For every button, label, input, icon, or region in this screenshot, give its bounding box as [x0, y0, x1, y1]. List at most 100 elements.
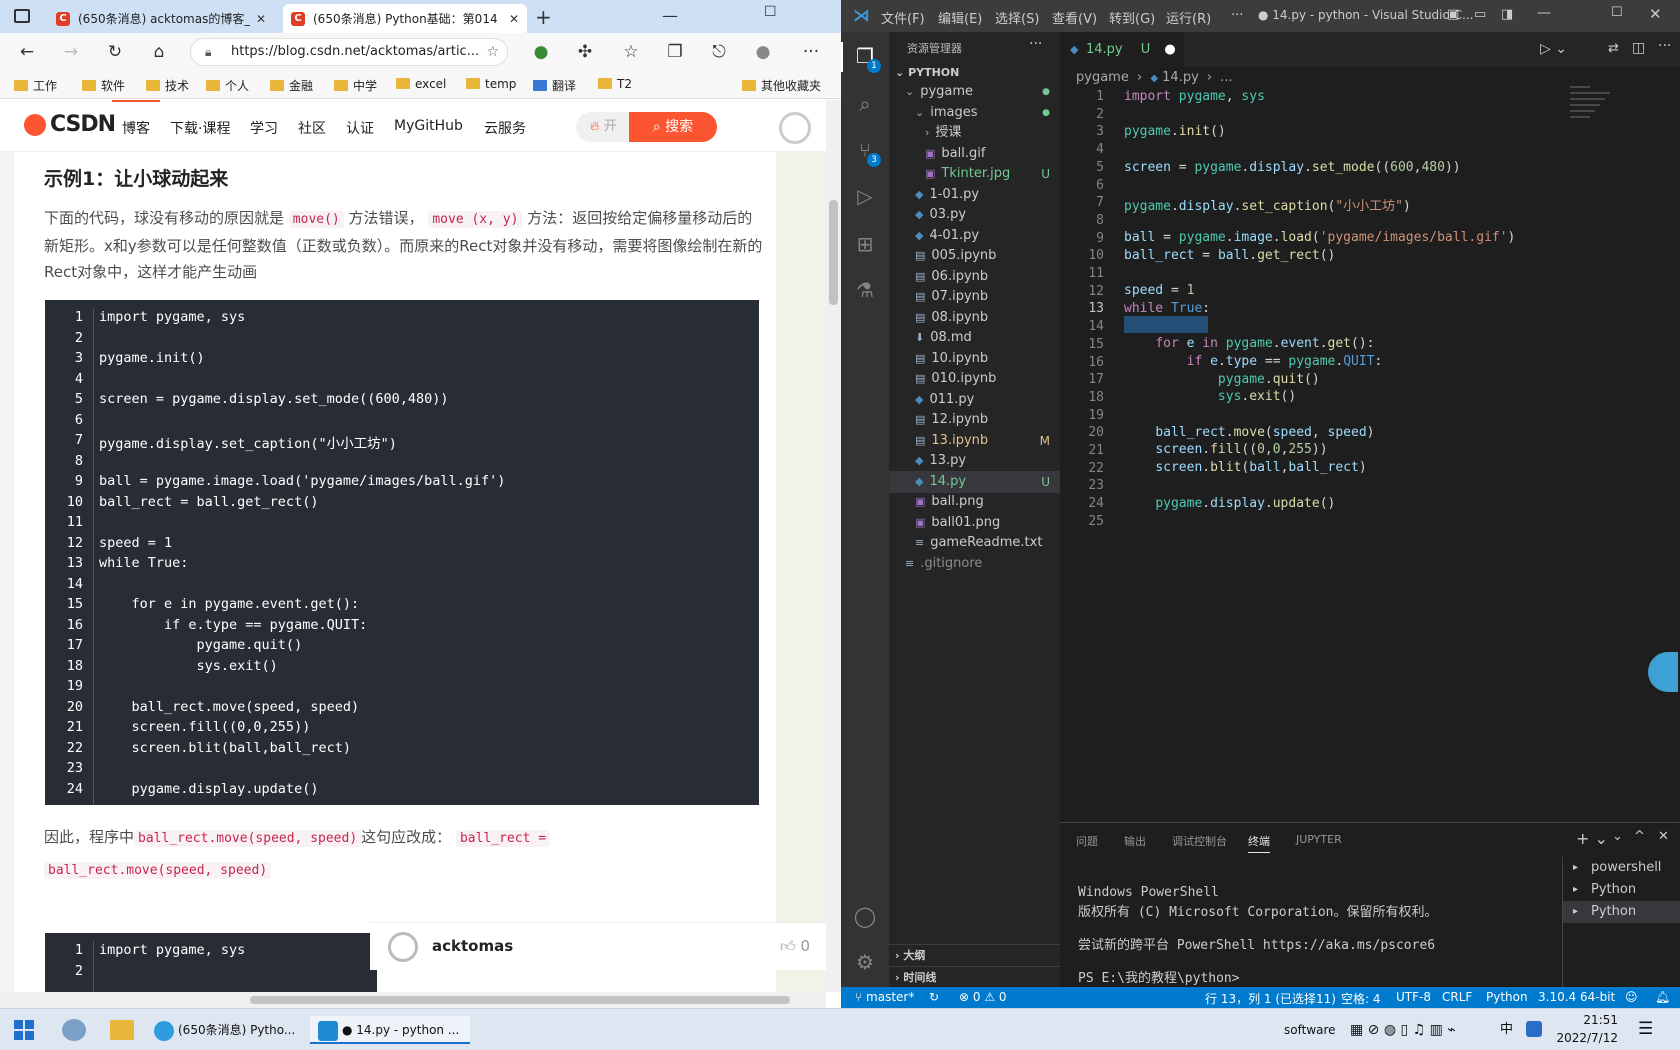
- tree-item[interactable]: ▤ 005.ipynb: [889, 245, 1060, 267]
- maximize-icon[interactable]: ☐: [1611, 5, 1623, 20]
- menu-view[interactable]: 查看(V): [1052, 8, 1097, 27]
- share-icon[interactable]: ⎋: [708, 41, 730, 63]
- bookmark-folder[interactable]: excel: [396, 77, 446, 91]
- python-interpreter[interactable]: 3.10.4 64-bit: [1538, 990, 1615, 1004]
- workspace-root[interactable]: ⌄ PYTHON: [895, 66, 959, 79]
- tree-item[interactable]: ▤ 12.ipynb: [889, 409, 1060, 431]
- back-icon[interactable]: ←: [16, 41, 38, 63]
- nav-community[interactable]: 社区: [298, 118, 326, 138]
- compare-changes-icon[interactable]: ⇄: [1608, 41, 1619, 56]
- outline-section[interactable]: › 大纲: [889, 944, 1060, 966]
- taskbar-app-icon[interactable]: [62, 1019, 86, 1041]
- panel-tab-problems[interactable]: 问题: [1076, 833, 1098, 849]
- line-endings[interactable]: CRLF: [1442, 990, 1472, 1004]
- panel-tab-jupyter[interactable]: JUPYTER: [1296, 833, 1342, 846]
- terminal-instance[interactable]: ▸ Python: [1563, 901, 1680, 923]
- menu-selection[interactable]: 选择(S): [995, 8, 1039, 27]
- tree-item[interactable]: ◆ 14.py U: [889, 470, 1060, 493]
- panel-tab-debug-console[interactable]: 调试控制台: [1172, 833, 1227, 849]
- taskbar-edge-window[interactable]: (650条消息) Pytho...: [154, 1016, 302, 1044]
- tray-label[interactable]: software: [1284, 1016, 1336, 1044]
- maximize-icon[interactable]: ☐: [764, 4, 777, 20]
- taskbar-vscode-window[interactable]: ● 14.py - python ...: [310, 1016, 470, 1044]
- notifications-bell-icon[interactable]: 🔔︎: [1655, 990, 1670, 1004]
- tray-icons[interactable]: ▦ ⊘ ◍ ▯ ♫ ▥ ⌁: [1350, 1016, 1456, 1044]
- tree-item[interactable]: ▤ 10.ipynb: [889, 348, 1060, 370]
- close-panel-icon[interactable]: ✕: [1658, 829, 1669, 844]
- tree-item[interactable]: ▤ 06.ipynb: [889, 266, 1060, 288]
- maximize-panel-icon[interactable]: ^: [1634, 829, 1645, 844]
- nav-mygithub[interactable]: MyGitHub: [394, 118, 463, 134]
- tree-item[interactable]: ▤ 13.ipynb M: [889, 430, 1060, 452]
- extensions-puzzle-icon[interactable]: ✣: [574, 41, 596, 63]
- panel-tab-output[interactable]: 输出: [1124, 833, 1146, 849]
- csdn-search-button[interactable]: ⌕ 搜索: [629, 112, 717, 142]
- unsaved-dot-icon[interactable]: ●: [1164, 42, 1175, 57]
- menu-run[interactable]: 运行(R): [1166, 8, 1211, 27]
- run-python-icon[interactable]: ▷ ⌄: [1540, 41, 1567, 57]
- editor-tab-14py[interactable]: ◆ 14.py U ●: [1060, 32, 1184, 67]
- bookmark-folder[interactable]: temp: [466, 77, 516, 91]
- url-field[interactable]: 🔒︎ https://blog.csdn.net/acktomas/artic.…: [190, 38, 508, 66]
- tree-item[interactable]: ⬇ 08.md: [889, 327, 1060, 349]
- tree-item[interactable]: ▤ 08.ipynb: [889, 307, 1060, 329]
- new-terminal-icon[interactable]: + ⌄: [1576, 829, 1608, 848]
- tree-item[interactable]: ▣ ball01.png: [889, 512, 1060, 534]
- floating-widget-icon[interactable]: [1648, 652, 1678, 692]
- bookmark-folder[interactable]: 软件: [82, 77, 125, 94]
- bookmark-folder[interactable]: 个人: [206, 77, 249, 94]
- problems-count[interactable]: ⊗ 0 ⚠ 0: [959, 990, 1007, 1004]
- input-method-icon[interactable]: [1526, 1021, 1542, 1037]
- tree-item[interactable]: ≡ .gitignore: [889, 553, 1060, 575]
- menu-go[interactable]: 转到(G): [1109, 8, 1155, 27]
- scroll-thumb[interactable]: [250, 996, 790, 1004]
- testing-flask-icon[interactable]: ⚗: [853, 278, 877, 302]
- sync-icon[interactable]: ↻: [929, 990, 939, 1004]
- terminal-instance[interactable]: ▸ powershell: [1563, 857, 1680, 879]
- account-icon[interactable]: ◯: [853, 904, 877, 928]
- new-tab-icon[interactable]: +: [535, 5, 552, 29]
- browser-tab-2-active[interactable]: C (650条消息) Python基础：第014 ✕: [283, 4, 527, 33]
- tab-actions-icon[interactable]: [14, 9, 30, 23]
- tree-item[interactable]: ▣ ball.png: [889, 491, 1060, 513]
- nav-learn[interactable]: 学习: [250, 118, 278, 138]
- minimap[interactable]: [1570, 82, 1630, 152]
- bookmark-other[interactable]: 其他收藏夹: [742, 77, 821, 94]
- clock-time[interactable]: 21:51: [1558, 1013, 1618, 1027]
- tree-item[interactable]: ▤ 010.ipynb: [889, 368, 1060, 390]
- nav-download-course[interactable]: 下载·课程: [170, 118, 230, 138]
- file-explorer-icon[interactable]: [110, 1020, 134, 1040]
- close-icon[interactable]: ✕: [1649, 5, 1662, 23]
- profile-avatar-icon[interactable]: ●: [752, 41, 774, 63]
- encoding[interactable]: UTF-8: [1396, 990, 1431, 1004]
- extension-globe-icon[interactable]: ●: [530, 41, 552, 63]
- search-icon[interactable]: ⌕: [853, 92, 877, 116]
- split-terminal-icon[interactable]: ⌄: [1612, 829, 1623, 844]
- more-menu-icon[interactable]: ···: [800, 41, 822, 63]
- horizontal-scrollbar[interactable]: [0, 992, 826, 1008]
- minimize-icon[interactable]: —: [662, 6, 678, 25]
- run-debug-icon[interactable]: ▷: [853, 184, 877, 208]
- favorite-star-icon[interactable]: ☆: [486, 39, 499, 65]
- language-mode[interactable]: Python: [1486, 990, 1528, 1004]
- bookmark-folder[interactable]: 金融: [270, 77, 313, 94]
- home-icon[interactable]: ⌂: [148, 41, 170, 63]
- bookmark-folder[interactable]: 工作: [14, 77, 57, 94]
- tree-item[interactable]: ◆ 13.py: [889, 450, 1060, 472]
- extensions-icon[interactable]: ⊞: [853, 232, 877, 256]
- notification-center-icon[interactable]: ☰: [1638, 1019, 1653, 1039]
- author-avatar[interactable]: [388, 932, 418, 962]
- tree-item[interactable]: ◆ 4-01.py: [889, 225, 1060, 247]
- tree-item[interactable]: ◆ 03.py: [889, 204, 1060, 226]
- cursor-position[interactable]: 行 13，列 1 (已选择11): [1205, 990, 1336, 1007]
- csdn-logo[interactable]: CSDN: [50, 112, 116, 137]
- nav-blog[interactable]: 博客: [122, 118, 150, 138]
- split-editor-icon[interactable]: ◫: [1632, 40, 1645, 56]
- csdn-search-input[interactable]: 🔥︎ 开: [576, 112, 632, 142]
- tree-item[interactable]: ◆ 011.py: [889, 389, 1060, 411]
- clock-date[interactable]: 2022/7/12: [1554, 1031, 1618, 1045]
- csdn-c-logo-icon[interactable]: [779, 112, 811, 144]
- tree-item[interactable]: ◆ 1-01.py: [889, 184, 1060, 206]
- tree-item[interactable]: ≡ gameReadme.txt: [889, 532, 1060, 554]
- tree-item[interactable]: ⌄ pygame ●: [889, 81, 1060, 103]
